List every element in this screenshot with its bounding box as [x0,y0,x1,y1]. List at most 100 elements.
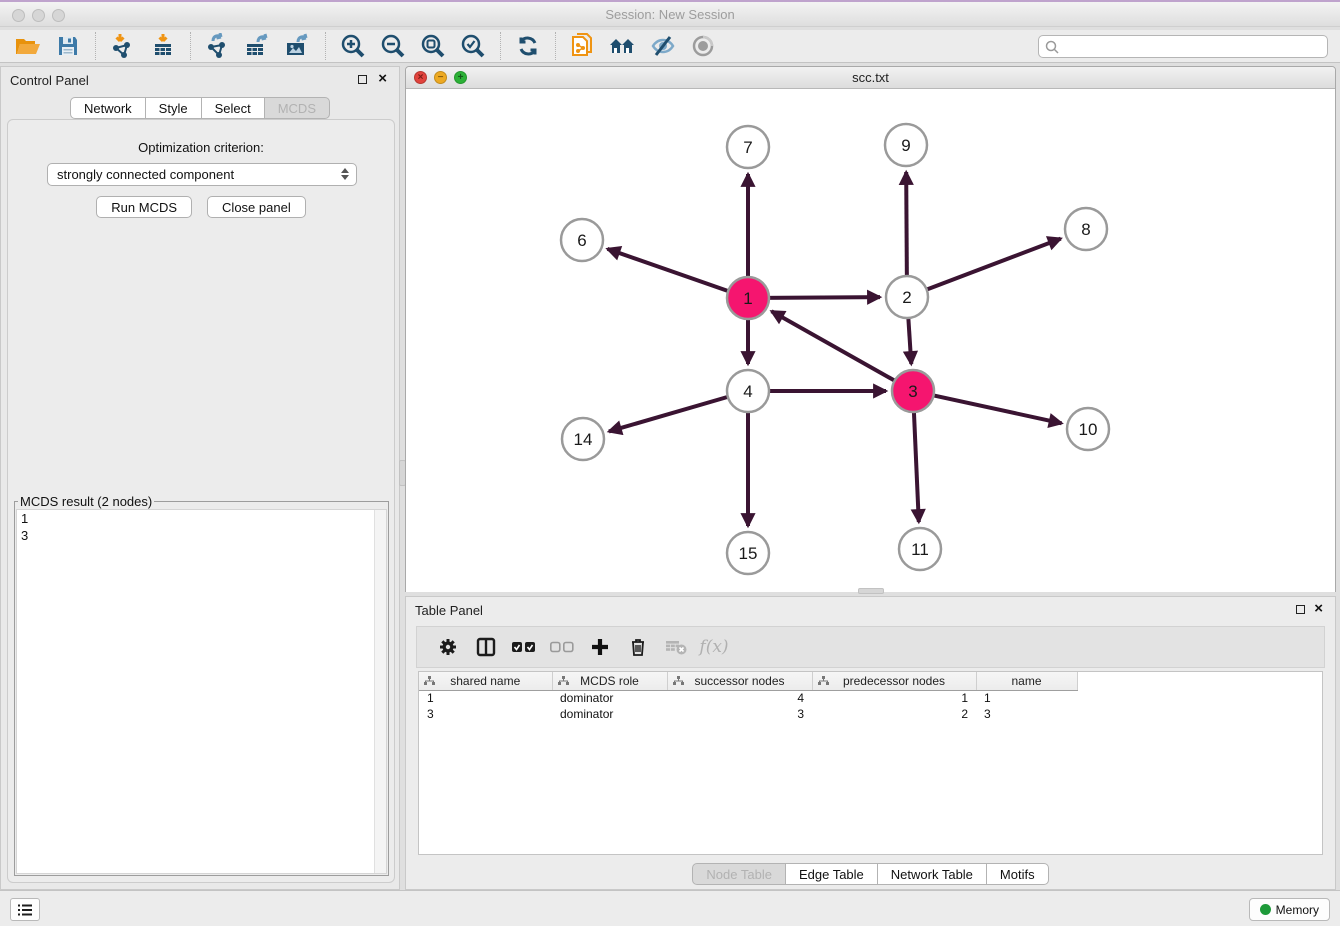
table-cell[interactable]: 1 [419,690,552,706]
graph-node-6[interactable]: 6 [561,219,603,261]
zoom-selected-icon[interactable] [458,32,488,60]
result-scrollbar[interactable] [374,510,386,873]
run-mcds-button[interactable]: Run MCDS [96,196,192,218]
mcds-result-fieldset: MCDS result (2 nodes) 13 [14,494,389,876]
zoom-out-icon[interactable] [378,32,408,60]
add-column-icon[interactable] [586,634,614,660]
graph-edge-4-14[interactable] [609,396,732,432]
delete-table-icon[interactable] [662,634,690,660]
close-panel-icon[interactable]: × [378,70,387,88]
table-row[interactable]: 3dominator323 [419,706,1077,722]
hide-selected-icon[interactable] [648,32,678,60]
control-panel: Control Panel × Network Style Select MCD… [0,66,400,890]
graph-node-3[interactable]: 3 [892,370,934,412]
save-session-icon[interactable] [53,32,83,60]
graph-node-7[interactable]: 7 [727,126,769,168]
settings-gear-icon[interactable] [434,634,462,660]
column-header-MCDS-role[interactable]: MCDS role [552,672,667,690]
graph-edge-1-2[interactable] [765,297,880,298]
table-cell[interactable]: 3 [667,706,812,722]
column-header-shared-name[interactable]: shared name [419,672,552,690]
graph-edge-3-10[interactable] [930,395,1062,424]
graph-node-14[interactable]: 14 [562,418,604,460]
graph-node-2[interactable]: 2 [886,276,928,318]
table-panel: Table Panel × [405,596,1336,890]
memory-button[interactable]: Memory [1249,898,1330,921]
toolbar-separator [325,32,326,60]
svg-text:1: 1 [743,289,752,308]
tab-network[interactable]: Network [70,97,146,119]
refresh-network-view-icon[interactable] [513,32,543,60]
float-panel-icon[interactable] [358,75,367,84]
export-network-icon[interactable] [203,32,233,60]
export-table-icon[interactable] [243,32,273,60]
close-panel-button[interactable]: Close panel [207,196,306,218]
table-cell[interactable]: 3 [419,706,552,722]
graph-edge-2-8[interactable] [923,239,1061,291]
tab-motifs[interactable]: Motifs [986,863,1049,885]
tab-network-table[interactable]: Network Table [877,863,987,885]
toolbar-separator [555,32,556,60]
table-cell[interactable]: dominator [552,690,667,706]
select-all-columns-icon[interactable] [510,634,538,660]
column-header-name[interactable]: name [976,672,1077,690]
first-neighbors-icon[interactable] [608,32,638,60]
graph-node-11[interactable]: 11 [899,528,941,570]
function-builder-icon[interactable]: f(x) [700,634,728,660]
new-network-from-selection-icon[interactable] [568,32,598,60]
table-cell[interactable]: 4 [667,690,812,706]
chevron-updown-icon [341,168,349,180]
float-table-panel-icon[interactable] [1296,605,1305,614]
control-panel-header: Control Panel × [1,67,399,93]
table-cell[interactable]: 1 [976,690,1077,706]
table-cell[interactable]: 1 [812,690,976,706]
tab-mcds[interactable]: MCDS [264,97,330,119]
table-cell[interactable]: 2 [812,706,976,722]
graph-edge-2-3[interactable] [908,314,911,364]
zoom-fit-icon[interactable] [418,32,448,60]
horizontal-splitter-handle[interactable] [858,588,884,594]
svg-text:4: 4 [743,382,752,401]
graph-edge-2-9[interactable] [906,172,907,280]
column-header-predecessor-nodes[interactable]: predecessor nodes [812,672,976,690]
deselect-all-columns-icon[interactable] [548,634,576,660]
tab-select[interactable]: Select [201,97,265,119]
import-network-icon[interactable] [108,32,138,60]
table-row[interactable]: 1dominator411 [419,690,1077,706]
graph-node-1[interactable]: 1 [727,277,769,319]
toggle-panel-mode-icon[interactable] [472,634,500,660]
close-table-panel-icon[interactable]: × [1314,600,1323,618]
import-table-icon[interactable] [148,32,178,60]
search-input[interactable] [1038,35,1328,58]
toolbar-separator [500,32,501,60]
graph-node-9[interactable]: 9 [885,124,927,166]
graph-node-10[interactable]: 10 [1067,408,1109,450]
tab-edge-table[interactable]: Edge Table [785,863,878,885]
graph-edge-1-6[interactable] [607,249,731,292]
zoom-in-icon[interactable] [338,32,368,60]
delete-column-icon[interactable] [624,634,652,660]
tab-node-table[interactable]: Node Table [692,863,786,885]
svg-text:6: 6 [577,231,586,250]
graph-edge-3-1[interactable] [772,311,899,382]
column-header-successor-nodes[interactable]: successor nodes [667,672,812,690]
table-cell[interactable]: 3 [976,706,1077,722]
mcds-result-legend: MCDS result (2 nodes) [18,494,154,509]
table-cell[interactable]: dominator [552,706,667,722]
criterion-dropdown[interactable]: strongly connected component [47,163,357,186]
mcds-result-textarea[interactable]: 13 [16,509,387,874]
export-image-icon[interactable] [283,32,313,60]
application-window: Session: New Session [0,0,1340,926]
graph-node-15[interactable]: 15 [727,532,769,574]
show-all-icon[interactable] [688,32,718,60]
optimization-criterion-label: Optimization criterion: [8,140,394,155]
open-file-icon[interactable] [13,32,43,60]
task-history-button[interactable] [10,898,40,921]
tab-style[interactable]: Style [145,97,202,119]
graph-node-4[interactable]: 4 [727,370,769,412]
graph-edge-3-11[interactable] [914,408,919,522]
svg-text:8: 8 [1081,220,1090,239]
graph-node-8[interactable]: 8 [1065,208,1107,250]
toolbar-separator [190,32,191,60]
network-canvas[interactable]: 7 9 6 8 1 2 4 3 14 10 15 11 [406,89,1335,592]
